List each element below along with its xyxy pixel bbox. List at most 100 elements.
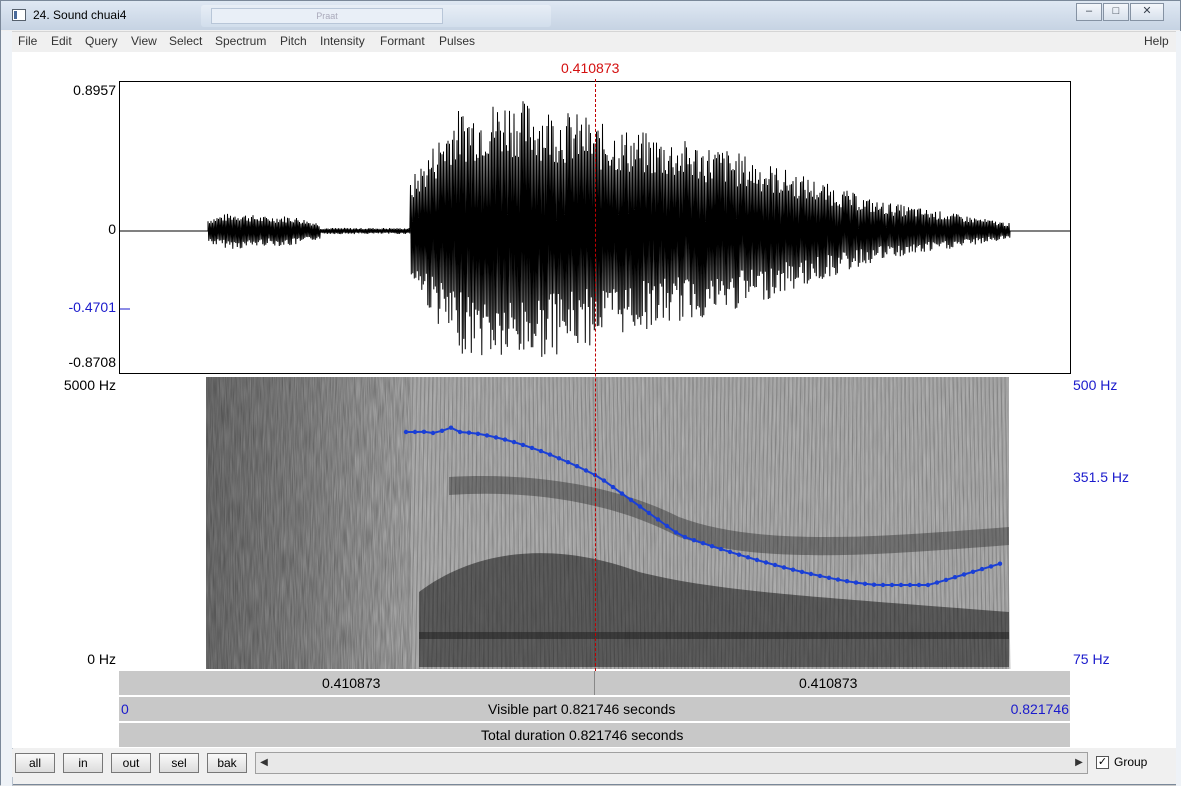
pitch-point <box>782 565 786 569</box>
pitch-point <box>827 576 831 580</box>
pitch-point <box>422 430 426 434</box>
menu-query[interactable]: Query <box>85 34 118 48</box>
scroll-left-icon[interactable]: ◀ <box>256 753 272 773</box>
pitch-point <box>908 583 912 587</box>
pitch-bottom-label: 75 Hz <box>1073 651 1110 667</box>
pitch-point <box>503 437 507 441</box>
pitch-point <box>710 544 714 548</box>
pitch-point <box>692 538 696 542</box>
pitch-point <box>971 570 975 574</box>
pitch-point <box>584 468 588 472</box>
menu-intensity[interactable]: Intensity <box>320 34 365 48</box>
menu-pulses[interactable]: Pulses <box>439 34 475 48</box>
pitch-point <box>962 572 966 576</box>
pitch-point <box>989 564 993 568</box>
pitch-top-label: 500 Hz <box>1073 377 1117 393</box>
pitch-point <box>404 430 408 434</box>
pitch-point <box>872 583 876 587</box>
zoom-selection-button[interactable]: sel <box>159 753 199 773</box>
zoom-out-button[interactable]: out <box>111 753 151 773</box>
menu-view[interactable]: View <box>131 34 157 48</box>
window-right-frame <box>1176 31 1181 786</box>
pitch-point <box>431 431 435 435</box>
pitch-point <box>485 433 489 437</box>
menu-select[interactable]: Select <box>169 34 202 48</box>
pitch-point <box>998 562 1002 566</box>
title-bar[interactable]: 24. Sound chuai4 Praat – □ ✕ <box>1 1 1180 30</box>
close-button[interactable]: ✕ <box>1130 3 1164 21</box>
pitch-point <box>746 555 750 559</box>
zoom-back-button[interactable]: bak <box>207 753 247 773</box>
menu-help[interactable]: Help <box>1144 34 1169 48</box>
fricative-noise-texture <box>206 377 411 669</box>
pitch-point <box>791 568 795 572</box>
menu-spectrum[interactable]: Spectrum <box>215 34 266 48</box>
scroll-right-icon[interactable]: ▶ <box>1071 753 1087 773</box>
vowel-texture <box>411 377 1009 669</box>
pitch-point <box>602 478 606 482</box>
pitch-point <box>719 547 723 551</box>
pitch-point <box>728 550 732 554</box>
pitch-point <box>737 553 741 557</box>
cursor-time-label: 0.410873 <box>561 60 619 76</box>
pitch-point <box>701 541 705 545</box>
pitch-point <box>926 583 930 587</box>
pitch-point <box>683 535 687 539</box>
pitch-point <box>440 429 444 433</box>
pitch-point <box>566 460 570 464</box>
window-title: 24. Sound chuai4 <box>33 8 126 22</box>
pitch-point <box>899 583 903 587</box>
pitch-point <box>449 426 453 430</box>
right-segment-duration: 0.410873 <box>799 675 857 691</box>
pitch-point <box>620 491 624 495</box>
waveform-zero-label: 0 <box>41 221 116 237</box>
total-duration-bar[interactable]: Total duration 0.821746 seconds <box>119 723 1070 747</box>
pitch-point <box>548 452 552 456</box>
time-scrollbar[interactable]: ◀ ▶ <box>255 752 1088 774</box>
visible-end-time: 0.821746 <box>979 701 1069 717</box>
maximize-button[interactable]: □ <box>1103 3 1129 21</box>
menu-bar: File Edit Query View Select Spectrum Pit… <box>12 31 1176 52</box>
time-cursor-line[interactable] <box>595 79 596 671</box>
pitch-point <box>863 582 867 586</box>
menu-file[interactable]: File <box>18 34 37 48</box>
menu-edit[interactable]: Edit <box>51 34 72 48</box>
pitch-point <box>539 449 543 453</box>
pitch-point <box>638 504 642 508</box>
pitch-point <box>818 574 822 578</box>
pitch-point <box>476 432 480 436</box>
pitch-point <box>773 563 777 567</box>
pitch-point <box>800 570 804 574</box>
pitch-point <box>629 498 633 502</box>
visible-part-bar[interactable]: 0 Visible part 0.821746 seconds 0.821746 <box>119 697 1070 721</box>
pitch-point <box>755 558 759 562</box>
app-icon <box>12 9 26 21</box>
minimize-button[interactable]: – <box>1076 3 1102 21</box>
pitch-point <box>575 464 579 468</box>
pitch-point <box>557 456 561 460</box>
menu-pitch[interactable]: Pitch <box>280 34 307 48</box>
pitch-point <box>881 583 885 587</box>
spectrogram-bottom-freq-label: 0 Hz <box>41 651 116 667</box>
pitch-point <box>512 440 516 444</box>
zoom-all-button[interactable]: all <box>15 753 55 773</box>
spectrogram-top-freq-label: 5000 Hz <box>41 377 116 393</box>
praat-sound-window: 24. Sound chuai4 Praat – □ ✕ File Edit Q… <box>0 0 1181 785</box>
pitch-point <box>890 583 894 587</box>
menu-formant[interactable]: Formant <box>380 34 425 48</box>
pitch-point <box>953 575 957 579</box>
total-duration-label: Total duration 0.821746 seconds <box>481 727 683 743</box>
pitch-point <box>674 530 678 534</box>
pitch-point <box>467 431 471 435</box>
background-window-title: Praat <box>211 8 443 24</box>
visible-start-time: 0 <box>121 701 129 717</box>
pitch-cursor-label: 351.5 Hz <box>1073 469 1129 485</box>
pitch-point <box>458 430 462 434</box>
zoom-in-button[interactable]: in <box>63 753 103 773</box>
waveform-cursor-value-label: -0.4701 <box>41 299 116 315</box>
pitch-point <box>764 560 768 564</box>
pitch-point <box>647 511 651 515</box>
group-checkbox[interactable]: ✓ <box>1096 756 1109 769</box>
waveform-min-label: -0.8708 <box>41 354 116 370</box>
pitch-point <box>845 579 849 583</box>
